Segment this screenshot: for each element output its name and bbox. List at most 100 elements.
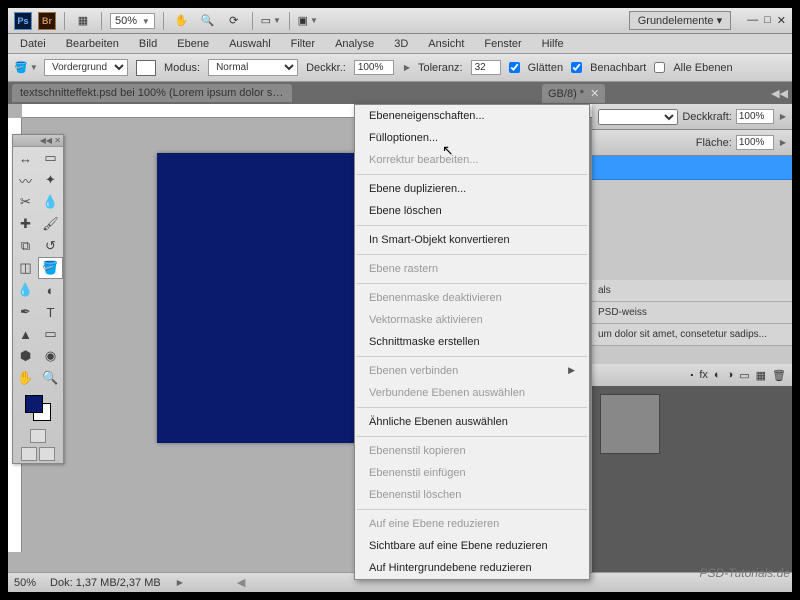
screenmode-full-icon[interactable]: [39, 447, 55, 461]
zoom-icon[interactable]: 🔍: [198, 11, 218, 31]
bridge-icon[interactable]: Br: [38, 12, 56, 30]
move-tool-icon[interactable]: ↔: [13, 147, 38, 169]
menu-datei[interactable]: Datei: [12, 36, 54, 52]
context-item[interactable]: Ebeneneigenschaften...: [355, 105, 589, 127]
contiguous-checkbox[interactable]: [571, 62, 582, 73]
context-item[interactable]: Ähnliche Ebenen auswählen: [355, 411, 589, 433]
layer-item-2[interactable]: PSD-weiss: [592, 302, 792, 324]
document-tab-1[interactable]: textschnitteffekt.psd bei 100% (Lorem ip…: [12, 84, 292, 102]
context-item[interactable]: Auf Hintergrundebene reduzieren: [355, 557, 589, 579]
navigator-thumb[interactable]: [600, 394, 660, 454]
3d-tool-icon[interactable]: ⬢: [13, 345, 38, 367]
fill-source-select[interactable]: Vordergrund: [44, 59, 128, 76]
layer-selected[interactable]: [592, 156, 792, 180]
context-item[interactable]: Schnittmaske erstellen: [355, 331, 589, 353]
eraser-tool-icon[interactable]: ◫: [13, 257, 38, 279]
menu-hilfe[interactable]: Hilfe: [534, 36, 572, 52]
zoom-select[interactable]: 50% ▼: [110, 13, 155, 29]
status-zoom[interactable]: 50%: [14, 577, 36, 589]
3d-camera-icon[interactable]: ◉: [38, 345, 63, 367]
blur-tool-icon[interactable]: 💧: [13, 279, 38, 301]
hand-tool-icon[interactable]: ✋: [13, 367, 38, 389]
wand-tool-icon[interactable]: ✦: [38, 169, 63, 191]
stamp-tool-icon[interactable]: ⧉: [13, 235, 38, 257]
menu-auswahl[interactable]: Auswahl: [221, 36, 279, 52]
screen-mode-icon[interactable]: ▣▼: [298, 11, 318, 31]
adjustment-layer-icon[interactable]: ◑: [727, 369, 734, 381]
shape-tool-icon[interactable]: ▭: [38, 323, 63, 345]
context-item[interactable]: Fülloptionen...: [355, 127, 589, 149]
layer-gap: [592, 180, 792, 280]
document-tab-2[interactable]: GB/8) *✕: [542, 84, 605, 103]
photoshop-icon[interactable]: Ps: [14, 12, 32, 30]
view-extras-icon[interactable]: ▦: [73, 11, 93, 31]
menu-ansicht[interactable]: Ansicht: [420, 36, 472, 52]
crop-tool-icon[interactable]: ✂: [13, 191, 38, 213]
menu-filter[interactable]: Filter: [283, 36, 323, 52]
menu-bild[interactable]: Bild: [131, 36, 165, 52]
bucket-tool-icon[interactable]: 🪣: [38, 257, 63, 279]
context-item: Ebenenmaske deaktivieren: [355, 287, 589, 309]
context-item: Ebenenstil löschen: [355, 484, 589, 506]
workspace-select[interactable]: Grundelemente ▾: [629, 11, 731, 30]
context-item[interactable]: In Smart-Objekt konvertieren: [355, 229, 589, 251]
opacity-input[interactable]: [354, 60, 394, 75]
layer-item-1[interactable]: als: [592, 280, 792, 302]
tool-preset-icon[interactable]: 🪣▼: [16, 58, 36, 78]
canvas[interactable]: [157, 153, 357, 443]
antialias-checkbox[interactable]: [509, 62, 520, 73]
close-tab-icon[interactable]: ✕: [590, 88, 599, 100]
type-tool-icon[interactable]: T: [38, 301, 63, 323]
panel-collapse-icon[interactable]: ◀◀: [771, 87, 788, 100]
watermark: PSD-Tutorials.de: [700, 566, 790, 580]
scroll-left-icon[interactable]: ◀: [237, 576, 245, 589]
layer-fill-input[interactable]: [736, 135, 774, 150]
menu-bearbeiten[interactable]: Bearbeiten: [58, 36, 127, 52]
blend-mode-select[interactable]: Normal: [208, 59, 298, 76]
layer-group-icon[interactable]: ▭: [739, 369, 749, 382]
layer-mask-icon[interactable]: ◐: [714, 369, 721, 381]
dodge-tool-icon[interactable]: ◐: [38, 279, 63, 301]
tolerance-input[interactable]: [471, 60, 501, 75]
color-swatch[interactable]: [23, 393, 53, 423]
screenmode-std-icon[interactable]: [21, 447, 37, 461]
mode-label: Modus:: [164, 62, 200, 74]
delete-layer-icon[interactable]: 🗑: [772, 369, 786, 382]
rotate-view-icon[interactable]: ⟳: [224, 11, 244, 31]
layer-fx-icon[interactable]: fx: [699, 369, 708, 381]
layer-item-3[interactable]: um dolor sit amet, consetetur sadips...: [592, 324, 792, 346]
new-layer-icon[interactable]: ▦: [756, 369, 766, 382]
context-item[interactable]: Sichtbare auf eine Ebene reduzieren: [355, 535, 589, 557]
pattern-swatch[interactable]: [136, 60, 156, 76]
minimize-icon[interactable]: —: [747, 14, 758, 27]
tolerance-label: Toleranz:: [418, 62, 463, 74]
link-layers-icon[interactable]: ⬝: [690, 369, 693, 382]
menu-3d[interactable]: 3D: [386, 36, 416, 52]
context-item[interactable]: Ebene duplizieren...: [355, 178, 589, 200]
quickmask-icon[interactable]: [30, 429, 46, 443]
heal-tool-icon[interactable]: ✚: [13, 213, 38, 235]
context-item[interactable]: Ebene löschen: [355, 200, 589, 222]
history-brush-icon[interactable]: ↺: [38, 235, 63, 257]
path-select-icon[interactable]: ▲: [13, 323, 38, 345]
all-layers-checkbox[interactable]: [654, 62, 665, 73]
menu-ebene[interactable]: Ebene: [169, 36, 217, 52]
context-item: Ebenenstil kopieren: [355, 440, 589, 462]
hand-icon[interactable]: ✋: [172, 11, 192, 31]
lasso-tool-icon[interactable]: 〰: [13, 169, 38, 191]
close-icon[interactable]: ✕: [777, 14, 786, 27]
foreground-color[interactable]: [25, 395, 43, 413]
options-bar: 🪣▼ Vordergrund Modus: Normal Deckkr.: ▶ …: [8, 54, 792, 82]
maximize-icon[interactable]: □: [764, 14, 771, 27]
pen-tool-icon[interactable]: ✒: [13, 301, 38, 323]
brush-tool-icon[interactable]: 🖌: [38, 213, 63, 235]
marquee-tool-icon[interactable]: ▭: [38, 147, 63, 169]
zoom-tool-icon[interactable]: 🔍: [38, 367, 63, 389]
layer-opacity-input[interactable]: [736, 109, 774, 124]
menu-fenster[interactable]: Fenster: [476, 36, 529, 52]
layer-blend-select[interactable]: [598, 109, 678, 125]
toolbox-header[interactable]: ◀◀ ✕: [13, 135, 63, 147]
eyedropper-tool-icon[interactable]: 💧: [38, 191, 63, 213]
arrange-icon[interactable]: ▭▼: [261, 11, 281, 31]
menu-analyse[interactable]: Analyse: [327, 36, 382, 52]
